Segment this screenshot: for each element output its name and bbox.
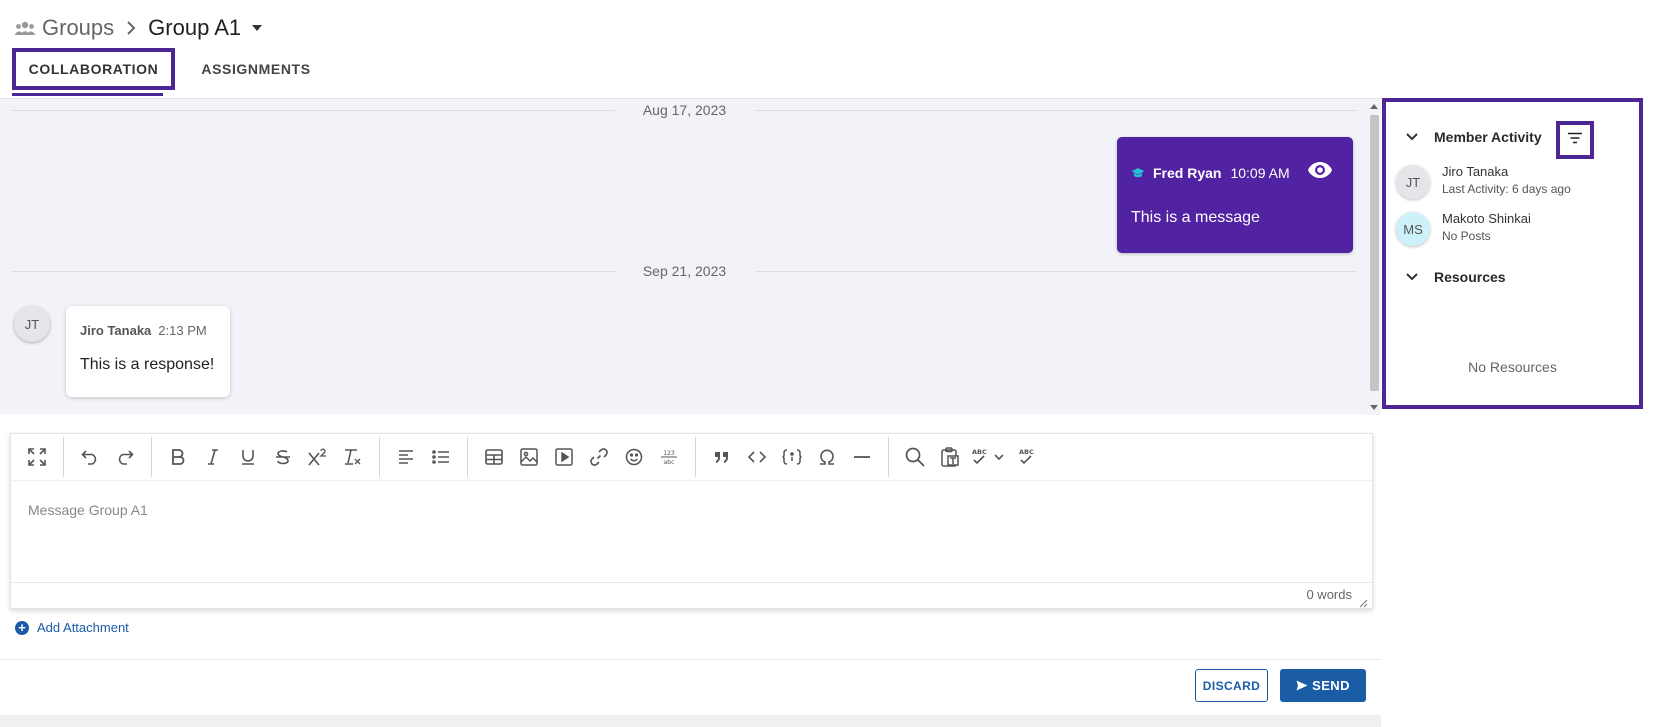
chat-feed: Aug 17, 2023 Fred Ryan 10:09 AM This is … (0, 98, 1381, 415)
tab-collaboration[interactable]: COLLABORATION (12, 48, 175, 96)
image-icon[interactable] (513, 441, 545, 473)
message-meta: Jiro Tanaka 2:13 PM (80, 323, 207, 338)
resize-handle-icon[interactable] (1359, 595, 1368, 608)
fullscreen-icon[interactable] (21, 441, 53, 473)
side-panel: Member Activity JT Jiro Tanaka Last Acti… (1382, 98, 1643, 409)
strikethrough-icon[interactable] (267, 441, 299, 473)
member-activity-header[interactable]: Member Activity (1406, 129, 1542, 145)
redo-icon[interactable] (109, 441, 141, 473)
clear-formatting-icon[interactable] (337, 441, 369, 473)
graduation-cap-icon (1131, 167, 1145, 179)
message-input[interactable]: Message Group A1 (11, 482, 1372, 585)
breadcrumb-groups-link[interactable]: Groups (42, 15, 114, 41)
svg-text:ABC: ABC (1019, 448, 1034, 456)
table-icon[interactable] (478, 441, 510, 473)
code-icon[interactable] (741, 441, 773, 473)
chevron-right-icon (126, 21, 136, 35)
tab-bar: COLLABORATION ASSIGNMENTS (12, 48, 315, 96)
search-icon[interactable] (899, 441, 931, 473)
member-activity-title: Member Activity (1434, 129, 1542, 145)
align-left-icon[interactable] (390, 441, 422, 473)
bold-icon[interactable] (162, 441, 194, 473)
link-icon[interactable] (583, 441, 615, 473)
avatar: JT (14, 306, 50, 342)
avatar: MS (1396, 212, 1430, 246)
editor-statusbar: 0 words (11, 582, 1372, 608)
scroll-down-arrow-icon[interactable] (1370, 405, 1378, 410)
discard-button[interactable]: DISCARD (1195, 669, 1268, 702)
code-block-icon[interactable] (776, 441, 808, 473)
message-text: This is a response! (80, 356, 215, 373)
date-label: Aug 17, 2023 (642, 102, 727, 118)
app-root: Groups Group A1 COLLABORATION ASSIGNMENT… (0, 0, 1661, 727)
bottom-strip (0, 715, 1381, 727)
filter-icon (1567, 131, 1583, 149)
date-divider: Aug 17, 2023 (12, 100, 1357, 120)
message-time: 10:09 AM (1230, 165, 1290, 181)
video-icon[interactable] (548, 441, 580, 473)
italic-icon[interactable] (197, 441, 229, 473)
message-editor: 123 abc ABC ABC Message Group A1 0 words (10, 433, 1373, 609)
message-bubble-other: Jiro Tanaka 2:13 PM This is a response! (66, 306, 230, 397)
avatar: JT (1396, 165, 1430, 199)
bullet-list-icon[interactable] (425, 441, 457, 473)
member-name: Jiro Tanaka (1442, 164, 1509, 179)
chat-scrollbar[interactable] (1367, 99, 1381, 415)
add-attachment-label: Add Attachment (37, 620, 129, 635)
divider (0, 659, 1381, 660)
message-bubble-own: Fred Ryan 10:09 AM This is a message (1117, 137, 1353, 253)
message-time: 2:13 PM (158, 323, 207, 338)
superscript-icon[interactable] (302, 441, 334, 473)
tab-assignments[interactable]: ASSIGNMENTS (197, 48, 315, 90)
member-item[interactable]: MS Makoto Shinkai No Posts (1396, 211, 1531, 246)
plus-circle-icon: + (15, 620, 29, 635)
groups-icon (14, 19, 36, 37)
send-button[interactable]: SEND (1280, 669, 1366, 702)
date-label: Sep 21, 2023 (642, 263, 727, 279)
message-author: Jiro Tanaka (80, 323, 152, 338)
send-label: SEND (1312, 678, 1350, 693)
member-item[interactable]: JT Jiro Tanaka Last Activity: 6 days ago (1396, 164, 1571, 199)
editor-toolbar: 123 abc ABC ABC (11, 434, 1372, 481)
word-count: 0 words (1306, 587, 1352, 602)
add-attachment-link[interactable]: + Add Attachment (15, 620, 129, 635)
special-formatting-icon[interactable]: 123 abc (653, 441, 685, 473)
date-divider: Sep 21, 2023 (12, 261, 1357, 281)
member-name: Makoto Shinkai (1442, 211, 1531, 226)
svg-text:ABC: ABC (972, 448, 987, 456)
resources-title: Resources (1434, 269, 1506, 285)
spellcheck-dropdown-icon[interactable]: ABC (969, 441, 1007, 473)
message-author: Fred Ryan (1153, 165, 1222, 181)
paste-text-icon[interactable] (934, 441, 966, 473)
resources-header[interactable]: Resources (1406, 269, 1506, 285)
chevron-down-icon[interactable] (1406, 133, 1418, 141)
message-meta: Fred Ryan 10:09 AM (1131, 165, 1290, 181)
svg-text:123: 123 (663, 450, 675, 457)
scrollbar-thumb[interactable] (1370, 115, 1379, 391)
svg-text:abc: abc (664, 459, 675, 466)
chevron-down-icon[interactable] (1406, 273, 1418, 281)
special-character-omega-icon[interactable] (811, 441, 843, 473)
underline-icon[interactable] (232, 441, 264, 473)
member-status: Last Activity: 6 days ago (1442, 182, 1571, 196)
undo-icon[interactable] (74, 441, 106, 473)
breadcrumb: Groups Group A1 (14, 12, 263, 44)
no-resources-message: No Resources (1468, 359, 1557, 375)
eye-icon[interactable] (1307, 161, 1333, 179)
page-title: Group A1 (148, 15, 242, 40)
blockquote-icon[interactable] (706, 441, 738, 473)
emoji-icon[interactable] (618, 441, 650, 473)
message-text: This is a message (1131, 209, 1260, 226)
spellcheck-icon[interactable]: ABC (1010, 441, 1042, 473)
scroll-up-arrow-icon[interactable] (1370, 104, 1378, 109)
filter-button[interactable] (1556, 121, 1594, 159)
horizontal-line-icon[interactable] (846, 441, 878, 473)
send-icon (1296, 680, 1308, 691)
caret-down-icon[interactable] (251, 24, 263, 32)
member-status: No Posts (1442, 229, 1491, 243)
